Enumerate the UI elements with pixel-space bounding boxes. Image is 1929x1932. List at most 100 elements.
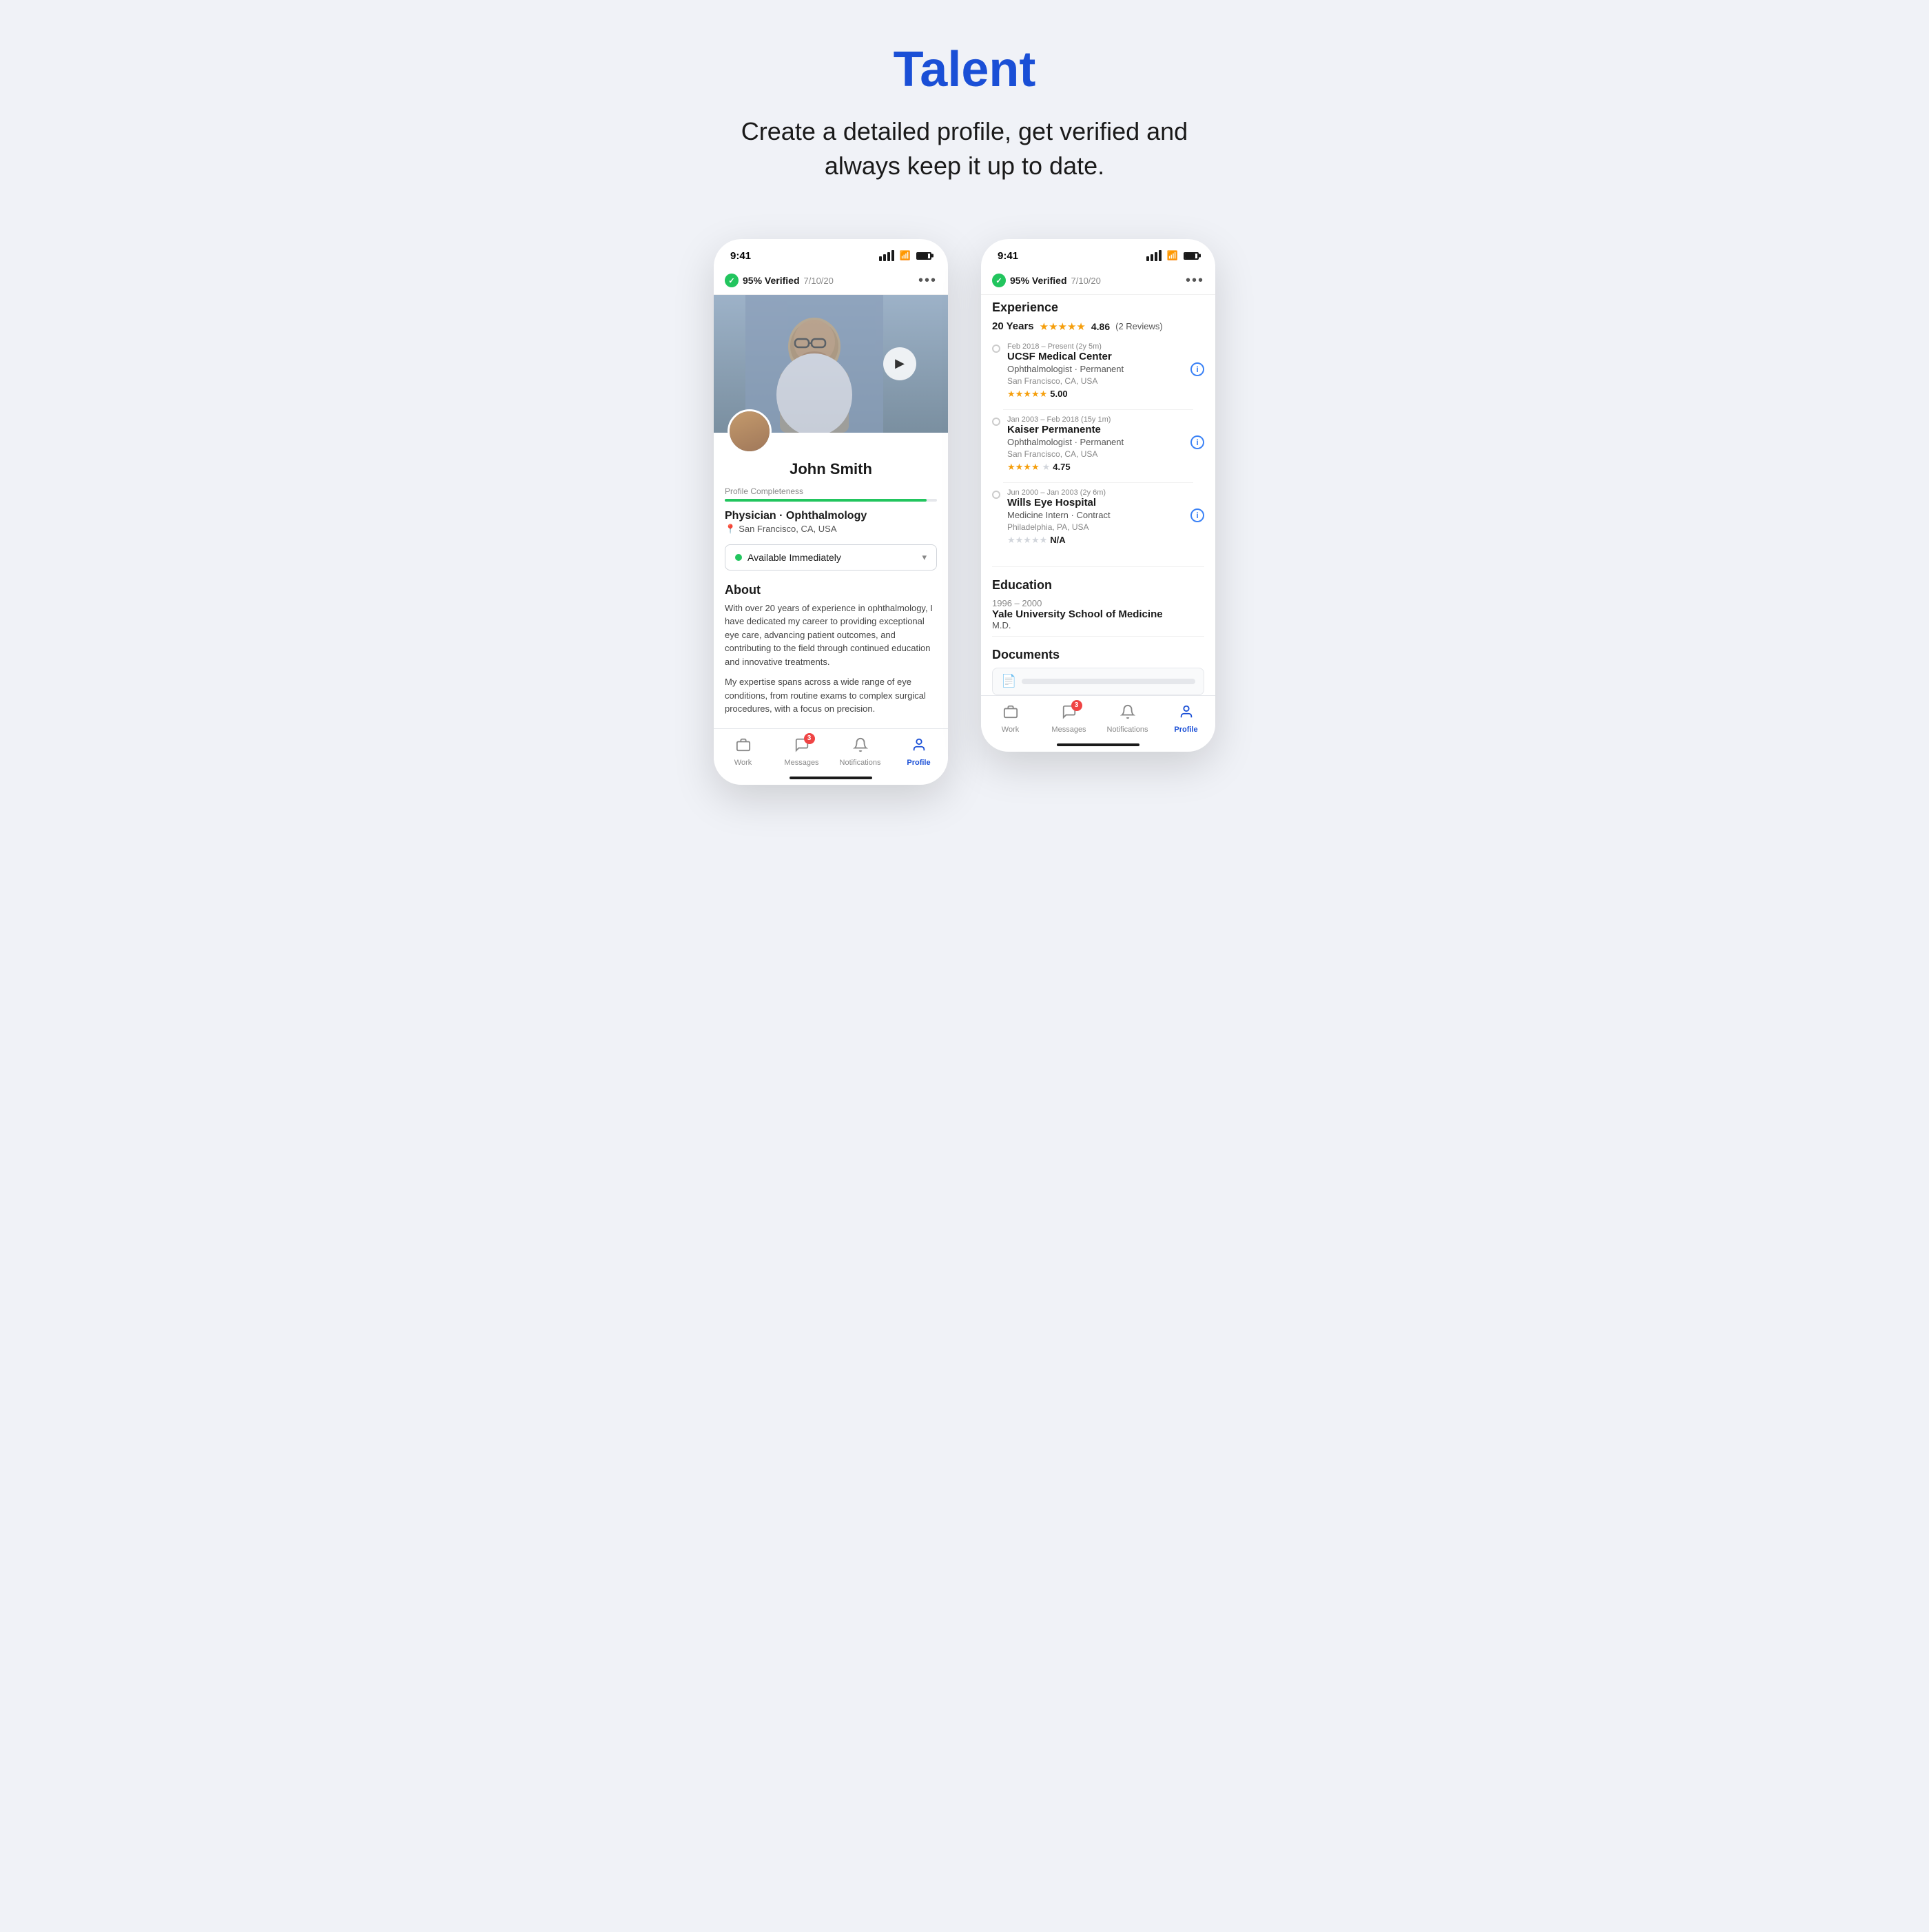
divider-2 [1003,482,1193,483]
status-bar-1: 9:41 📶 [714,239,948,267]
nav-profile-label-1: Profile [907,759,930,767]
exp-role-text-1: Ophthalmologist · Permanent [1007,364,1124,374]
edu-school: Yale University School of Medicine [992,608,1204,620]
completeness-track [725,499,937,502]
exp-org-1: UCSF Medical Center [1007,351,1204,362]
nav-notifications-2[interactable]: Notifications [1098,701,1157,737]
documents-title: Documents [992,648,1204,662]
time-2: 9:41 [998,250,1018,262]
nav-notifications-1[interactable]: Notifications [831,734,889,770]
work-icon-2 [1003,704,1018,723]
document-preview: 📄 [992,668,1204,695]
timeline-dot-2 [992,418,1000,426]
play-button[interactable]: ▶ [883,347,916,380]
phones-container: 9:41 📶 ✓ 95% Verified 7/10/20 ••• [714,239,1215,785]
exp-years: 20 Years [992,320,1034,332]
messages-badge-2: 3 [1071,700,1082,711]
exp-loc-3: Philadelphia, PA, USA [1007,522,1204,532]
profile-icon-1 [911,737,927,757]
nav-messages-label-2: Messages [1051,726,1086,734]
avatar-face [730,411,770,451]
divider-3 [992,566,1204,567]
time-1: 9:41 [730,250,751,262]
completeness-section: Profile Completeness [714,484,948,507]
experience-title: Experience [992,300,1204,315]
exp-org-3: Wills Eye Hospital [1007,497,1204,508]
exp-org-2: Kaiser Permanente [1007,424,1204,435]
exp-stars-empty-3: ★★★★★ [1007,535,1047,546]
exp-reviews: (2 Reviews) [1115,321,1163,331]
exp-role-text-2: Ophthalmologist · Permanent [1007,437,1124,447]
exp-rating: 4.86 [1091,321,1110,332]
exp-item-1: Feb 2018 – Present (2y 5m) UCSF Medical … [992,342,1204,400]
info-icon-2[interactable]: i [1190,435,1204,449]
verified-info-1: ✓ 95% Verified 7/10/20 [725,274,834,287]
exp-role-2: Ophthalmologist · Permanent i [1007,435,1204,449]
exp-score-2: 4.75 [1053,462,1070,472]
nav-notifications-label-1: Notifications [840,759,881,767]
availability-pill[interactable]: Available Immediately ▾ [725,544,937,571]
exp-detail-3: Jun 2000 – Jan 2003 (2y 6m) Wills Eye Ho… [1007,489,1204,546]
phone-2: 9:41 📶 ✓ 95% Verified 7/10/20 ••• [981,239,1215,752]
verified-date-2: 7/10/20 [1071,276,1101,286]
messages-badge-1: 3 [804,733,815,744]
status-bar-2: 9:41 📶 [981,239,1215,267]
nav-work-2[interactable]: Work [981,701,1040,737]
nav-messages-2[interactable]: 3 Messages [1040,701,1098,737]
exp-detail-1: Feb 2018 – Present (2y 5m) UCSF Medical … [1007,342,1204,400]
info-icon-1[interactable]: i [1190,362,1204,376]
nav-messages-label-1: Messages [784,759,818,767]
nav-profile-1[interactable]: Profile [889,734,948,770]
exp-role-3: Medicine Intern · Contract i [1007,508,1204,522]
nav-messages-1[interactable]: 3 Messages [772,734,831,770]
exp-item-2: Jan 2003 – Feb 2018 (15y 1m) Kaiser Perm… [992,415,1204,473]
exp-stars: ★★★★★ [1040,320,1086,333]
exp-role-1: Ophthalmologist · Permanent i [1007,362,1204,376]
exp-detail-2: Jan 2003 – Feb 2018 (15y 1m) Kaiser Perm… [1007,415,1204,473]
exp-score-3: N/A [1050,535,1065,545]
exp-role-text-3: Medicine Intern · Contract [1007,510,1111,520]
exp-rating-row-2: ★★★★★ 4.75 [1007,462,1204,473]
divider-1 [1003,409,1193,410]
divider-4 [992,636,1204,637]
wifi-icon: 📶 [900,250,911,261]
nav-work-label-2: Work [1002,726,1019,734]
exp-stars-2: ★★★★ [1007,462,1040,473]
education-title: Education [992,578,1204,593]
wifi-icon-2: 📶 [1167,250,1178,261]
notifications-icon-1 [853,737,868,757]
nav-profile-2[interactable]: Profile [1157,701,1215,737]
name-section: John Smith [714,460,948,484]
work-icon-1 [736,737,751,757]
education-section: Education 1996 – 2000 Yale University Sc… [981,573,1215,630]
timeline-dot-1 [992,345,1000,353]
check-icon-1: ✓ [725,274,739,287]
page-title: Talent [894,41,1036,98]
avatar-1 [728,409,772,453]
info-icon-3[interactable]: i [1190,508,1204,522]
status-icons-1: 📶 [879,250,931,261]
more-options-2[interactable]: ••• [1186,273,1204,289]
experience-summary: 20 Years ★★★★★ 4.86 (2 Reviews) [992,320,1204,333]
check-icon-2: ✓ [992,274,1006,287]
exp-stars-1: ★★★★★ [1007,389,1047,400]
nav-profile-label-2: Profile [1174,726,1197,734]
completeness-fill [725,499,927,502]
about-title: About [725,583,937,597]
more-options-1[interactable]: ••• [918,273,937,289]
exp-date-3: Jun 2000 – Jan 2003 (2y 6m) [1007,489,1204,497]
page-subtitle: Create a detailed profile, get verified … [723,114,1206,184]
exp-stars-empty-2: ★ [1042,462,1051,473]
home-indicator-1 [790,777,872,779]
status-icons-2: 📶 [1146,250,1199,261]
nav-work-1[interactable]: Work [714,734,772,770]
battery-icon [916,252,931,260]
nav-work-label-1: Work [734,759,752,767]
location-row: 📍 San Francisco, CA, USA [725,524,937,535]
about-para-2: My expertise spans across a wide range o… [725,675,937,716]
edu-years: 1996 – 2000 [992,598,1204,608]
exp-loc-1: San Francisco, CA, USA [1007,376,1204,386]
exp-loc-2: San Francisco, CA, USA [1007,449,1204,459]
nav-notifications-label-2: Notifications [1107,726,1148,734]
specialty-text: Physician · Ophthalmology [725,510,937,522]
